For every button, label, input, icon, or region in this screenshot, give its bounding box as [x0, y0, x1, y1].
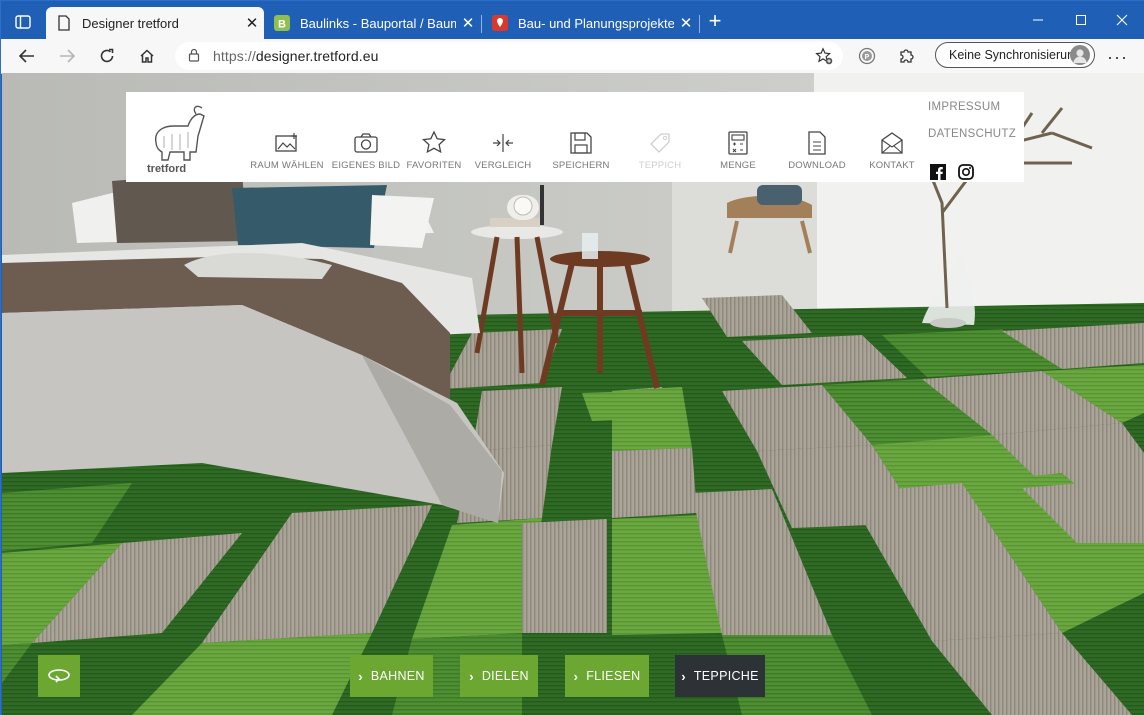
- camera-icon: [354, 133, 378, 153]
- extension-p-icon[interactable]: P: [858, 47, 876, 65]
- baulinks-icon: B: [274, 15, 290, 31]
- social-links: [930, 164, 974, 180]
- document-icon: [808, 131, 826, 155]
- minimize-icon: [1033, 19, 1043, 21]
- chevron-right-icon: ›: [469, 668, 474, 684]
- category-fliesen-button[interactable]: › FLIESEN: [565, 655, 649, 697]
- url-host: designer.tretford.eu: [255, 48, 379, 64]
- favorite-star-icon[interactable]: [815, 47, 833, 65]
- category-dielen-button[interactable]: › DIELEN: [460, 655, 538, 697]
- tab-strip: Designer tretford ✕ B Baulinks - Bauport…: [1, 1, 1144, 39]
- svg-text:P: P: [865, 54, 870, 61]
- nav-label: FAVORITEN: [406, 160, 462, 171]
- tag-icon: [650, 133, 670, 153]
- reload-button[interactable]: [93, 43, 121, 69]
- nav-download[interactable]: DOWNLOAD: [777, 130, 857, 171]
- category-label: TEPPICHE: [693, 669, 759, 683]
- site-menu-bar: tretford RAUM WÄHLEN EIGENES BILD FAVORI…: [126, 92, 1024, 182]
- back-button[interactable]: [13, 43, 41, 69]
- home-button[interactable]: [133, 43, 161, 69]
- nav-label: SPEICHERN: [552, 160, 610, 171]
- url-text[interactable]: https://designer.tretford.eu: [213, 48, 378, 64]
- chevron-right-icon: ›: [358, 668, 363, 684]
- forward-button[interactable]: [53, 43, 81, 69]
- browser-toolbar: https://designer.tretford.eu P Keine Syn…: [1, 39, 1144, 74]
- maximize-icon: [1076, 15, 1086, 25]
- nav-teppich: TEPPICH: [620, 130, 700, 171]
- reload-icon: [100, 48, 114, 63]
- compare-icon: [493, 134, 513, 152]
- nav-label: KONTAKT: [869, 160, 915, 171]
- star-icon: [422, 130, 446, 154]
- nav-speichern[interactable]: SPEICHERN: [541, 130, 621, 171]
- nav-vergleich[interactable]: VERGLEICH: [463, 130, 543, 171]
- nav-label: VERGLEICH: [474, 160, 532, 171]
- tab-actions-button[interactable]: [9, 9, 37, 35]
- nav-menge[interactable]: MENGE: [698, 130, 778, 171]
- page-content: tretford RAUM WÄHLEN EIGENES BILD FAVORI…: [2, 73, 1144, 715]
- category-label: FLIESEN: [586, 669, 641, 683]
- nav-favoriten[interactable]: FAVORITEN: [394, 130, 474, 171]
- nav-label: RAUM WÄHLEN: [250, 160, 324, 171]
- back-arrow-icon: [19, 49, 34, 63]
- tab-title: Designer tretford: [82, 15, 179, 31]
- minimize-button[interactable]: [1015, 7, 1061, 33]
- nav-kontakt[interactable]: KONTAKT: [852, 130, 932, 171]
- profile-avatar: [1070, 45, 1090, 65]
- facebook-icon[interactable]: [930, 164, 946, 180]
- close-window-button[interactable]: [1099, 7, 1144, 33]
- calculator-icon: [728, 131, 748, 155]
- envelope-icon: [881, 132, 903, 154]
- map-pin-icon: [492, 15, 508, 31]
- image-icon: [275, 133, 297, 152]
- impressum-link[interactable]: IMPRESSUM: [928, 101, 1016, 113]
- tab-baulinks[interactable]: B Baulinks - Bauportal / Baumagaz ✕: [264, 7, 480, 39]
- tab-actions-icon: [15, 15, 31, 29]
- home-icon: [140, 49, 154, 63]
- close-window-icon: [1116, 14, 1128, 26]
- nav-raum-waehlen[interactable]: RAUM WÄHLEN: [247, 130, 327, 171]
- page-icon: [56, 15, 72, 31]
- category-label: DIELEN: [481, 669, 529, 683]
- category-bahnen-button[interactable]: › BAHNEN: [350, 655, 433, 697]
- tretford-logo[interactable]: tretford: [144, 102, 206, 175]
- instagram-icon[interactable]: [958, 164, 974, 180]
- tab-bauprojekte[interactable]: Bau- und Planungsprojekte auf I ✕: [482, 7, 698, 39]
- nav-label: MENGE: [720, 160, 756, 171]
- close-tab-icon[interactable]: ✕: [674, 14, 698, 32]
- address-bar[interactable]: https://designer.tretford.eu: [175, 42, 843, 70]
- chevron-right-icon: ›: [681, 668, 686, 684]
- close-tab-icon[interactable]: ✕: [240, 14, 264, 32]
- nav-label: TEPPICH: [638, 160, 682, 171]
- lock-icon[interactable]: [187, 48, 201, 62]
- tab-separator: [699, 15, 700, 33]
- tab-designer-tretford[interactable]: Designer tretford ✕: [46, 7, 264, 39]
- side-links: IMPRESSUM DATENSCHUTZ: [928, 101, 1016, 155]
- svg-text:B: B: [278, 19, 286, 31]
- category-teppiche-button[interactable]: › TEPPICHE: [675, 655, 765, 697]
- rotate-view-button[interactable]: [38, 655, 80, 697]
- save-icon: [570, 132, 592, 154]
- logo-text: tretford: [147, 163, 186, 174]
- extensions-puzzle-icon[interactable]: [898, 47, 916, 65]
- sync-button[interactable]: Keine Synchronisierung: [935, 42, 1095, 68]
- tab-title: Baulinks - Bauportal / Baumagaz: [300, 15, 456, 31]
- chevron-right-icon: ›: [573, 668, 579, 684]
- url-protocol: https://: [213, 48, 256, 64]
- tab-title: Bau- und Planungsprojekte auf I: [518, 15, 674, 31]
- maximize-button[interactable]: [1058, 7, 1104, 33]
- more-menu-icon[interactable]: ···: [1107, 47, 1128, 68]
- new-tab-button[interactable]: +: [704, 10, 726, 33]
- datenschutz-link[interactable]: DATENSCHUTZ: [928, 128, 1016, 140]
- sync-label: Keine Synchronisierung: [949, 48, 1082, 62]
- category-label: BAHNEN: [370, 669, 425, 683]
- browser-window: Designer tretford ✕ B Baulinks - Bauport…: [0, 0, 1144, 715]
- forward-arrow-icon: [60, 49, 75, 63]
- nav-label: DOWNLOAD: [788, 160, 846, 171]
- close-tab-icon[interactable]: ✕: [456, 14, 480, 32]
- rotate-icon: [48, 669, 70, 683]
